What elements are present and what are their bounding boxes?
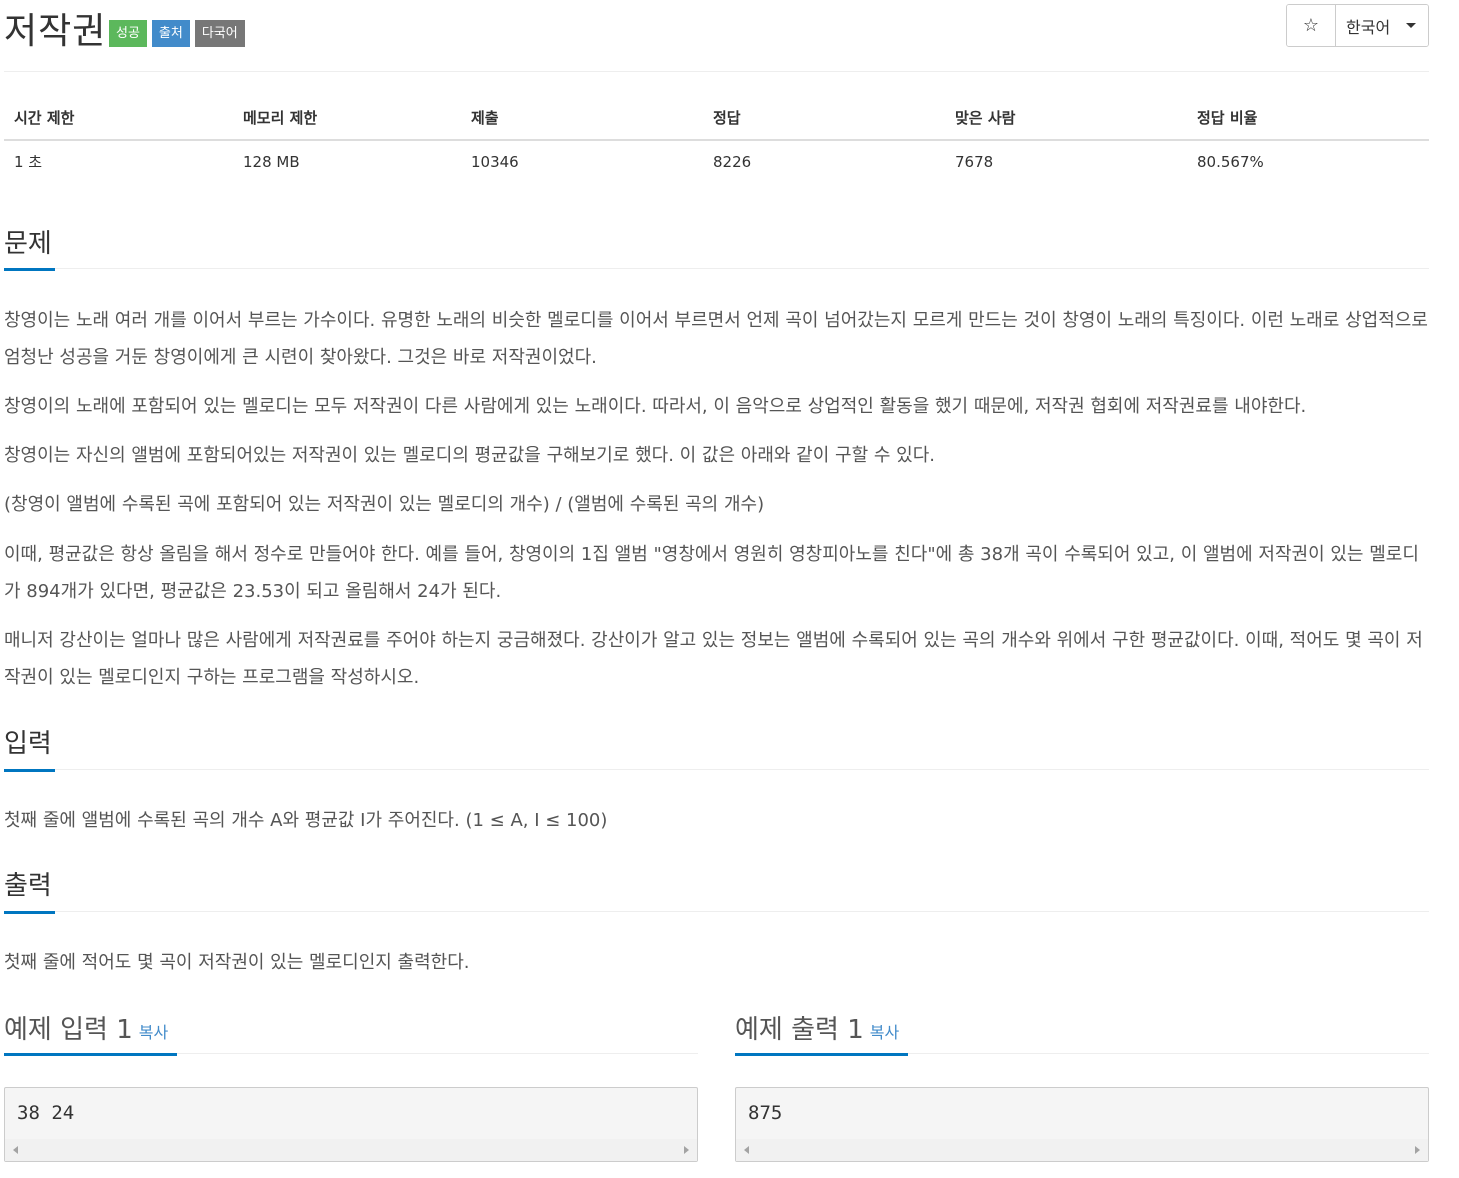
sample-input-title: 예제 입력 1 — [4, 1015, 133, 1045]
language-label: 한국어 — [1346, 17, 1391, 37]
title-divider — [4, 71, 1429, 72]
problem-paragraph: (창영이 앨범에 수록된 곡에 포함되어 있는 저작권이 있는 멜로디의 개수)… — [4, 494, 765, 515]
problem-paragraph: 매니저 강산이는 얼마나 많은 사람에게 저작권료를 주어야 하는지 궁금해졌다… — [4, 630, 1423, 688]
horizontal-scrollbar[interactable] — [5, 1139, 697, 1161]
output-description: 첫째 줄에 적어도 몇 곡이 저작권이 있는 멜로디인지 출력한다. — [4, 952, 470, 973]
title-button-group: ☆ 한국어 — [1286, 4, 1429, 47]
problem-labels: 성공 출처 다국어 — [109, 20, 245, 47]
sample-output-box[interactable]: 875 — [735, 1087, 1429, 1162]
input-description: 첫째 줄에 앨범에 수록된 곡의 개수 A와 평균값 I가 주어진다. (1 ≤… — [4, 810, 608, 831]
problem-heading-line — [4, 268, 1429, 269]
label-success[interactable]: 성공 — [109, 20, 147, 47]
sample-output-value: 875 — [748, 1102, 783, 1124]
solved-users-value: 7678 — [955, 152, 994, 171]
language-dropdown[interactable]: 한국어 — [1336, 5, 1428, 46]
copy-input-link[interactable]: 복사 — [139, 1023, 168, 1042]
header-accept-ratio: 정답 비율 — [1187, 96, 1429, 141]
problem-paragraph: 창영이는 노래 여러 개를 이어서 부르는 가수이다. 유명한 노래의 비슷한 … — [4, 310, 1428, 368]
header-accepted: 정답 — [703, 96, 945, 141]
problem-info-table: 시간 제한 메모리 제한 제출 정답 맞은 사람 정답 비율 1 초 128 M… — [4, 96, 1429, 182]
header-memory-limit: 메모리 제한 — [233, 96, 461, 141]
star-button[interactable]: ☆ — [1287, 5, 1336, 46]
header-time-limit: 시간 제한 — [4, 96, 233, 141]
scroll-left-icon[interactable] — [13, 1146, 18, 1154]
time-limit-value: 1 초 — [14, 153, 43, 171]
problem-paragraph: 이때, 평균값은 항상 올림을 해서 정수로 만들어야 한다. 예를 들어, 창… — [4, 544, 1419, 602]
table-row: 1 초 128 MB 10346 8226 7678 80.567% — [4, 140, 1429, 182]
submissions-value: 10346 — [471, 152, 519, 171]
sample-output-title: 예제 출력 1 — [735, 1015, 864, 1045]
label-multilang[interactable]: 다국어 — [194, 20, 245, 47]
output-heading-line — [4, 911, 1429, 912]
scroll-right-icon[interactable] — [1415, 1146, 1420, 1154]
problem-heading: 문제 — [4, 229, 52, 259]
problem-paragraph: 창영이의 노래에 포함되어 있는 멜로디는 모두 저작권이 다른 사람에게 있는… — [4, 396, 1307, 417]
problem-page: 저작권 성공 출처 다국어 ☆ 한국어 시간 제한 메모리 제한 제출 정답 맞… — [0, 0, 1459, 1178]
scroll-left-icon[interactable] — [744, 1146, 749, 1154]
output-heading: 출력 — [4, 871, 52, 901]
header-submissions: 제출 — [461, 96, 703, 141]
label-source[interactable]: 출처 — [151, 20, 190, 47]
sample-input-value: 38 24 — [17, 1102, 75, 1124]
table-header-row: 시간 제한 메모리 제한 제출 정답 맞은 사람 정답 비율 — [4, 96, 1429, 141]
copy-output-link[interactable]: 복사 — [870, 1023, 899, 1042]
accept-ratio-value: 80.567% — [1197, 152, 1264, 171]
horizontal-scrollbar[interactable] — [736, 1139, 1428, 1161]
page-title: 저작권 — [4, 11, 107, 52]
problem-paragraph: 창영이는 자신의 앨범에 포함되어있는 저작권이 있는 멜로디의 평균값을 구해… — [4, 445, 935, 466]
scroll-right-icon[interactable] — [684, 1146, 689, 1154]
input-heading-line — [4, 769, 1429, 770]
input-heading-underline — [4, 769, 55, 772]
star-icon: ☆ — [1302, 15, 1320, 36]
input-heading: 입력 — [4, 729, 52, 759]
output-heading-underline — [4, 911, 55, 914]
problem-heading-underline — [4, 268, 55, 271]
accepted-value: 8226 — [713, 152, 752, 171]
sample-input-box[interactable]: 38 24 — [4, 1087, 698, 1162]
sample-output-underline — [735, 1053, 908, 1056]
header-solved-users: 맞은 사람 — [945, 96, 1187, 141]
sample-input-underline — [4, 1053, 177, 1056]
sample-input-heading: 예제 입력 1 복사 — [4, 1009, 168, 1046]
memory-limit-value: 128 MB — [243, 152, 300, 171]
sample-output-heading: 예제 출력 1 복사 — [735, 1009, 899, 1046]
caret-down-icon — [1406, 23, 1417, 28]
